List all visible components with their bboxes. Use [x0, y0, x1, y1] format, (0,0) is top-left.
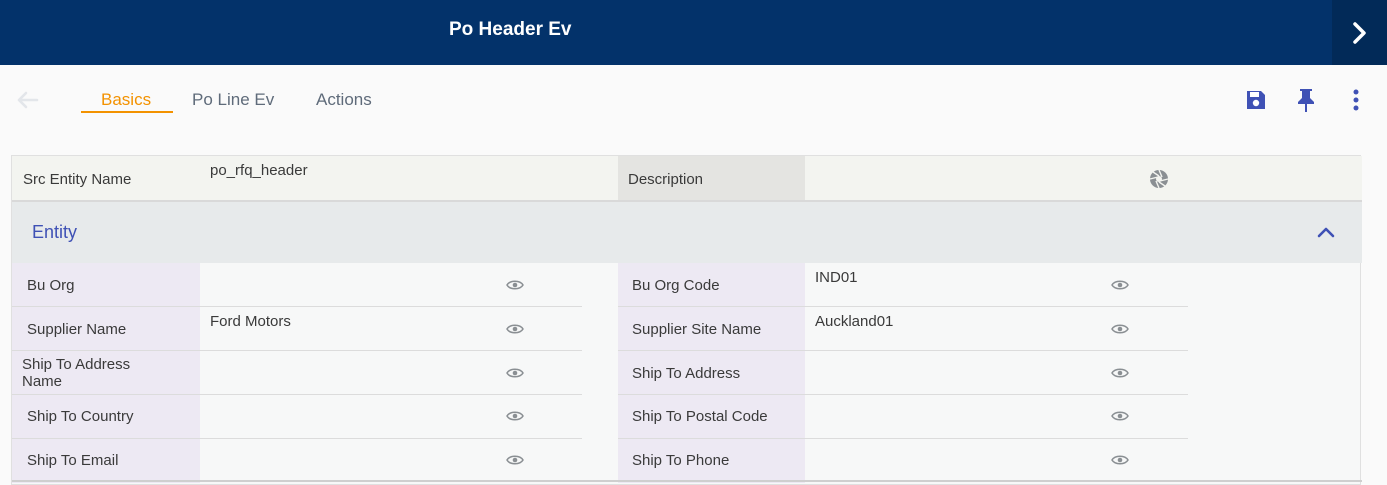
- field-label-cell: Ship To Address Name: [12, 351, 200, 395]
- supplier-site-name-field[interactable]: Auckland01: [805, 307, 1188, 351]
- field-row: Ship To Address Name Ship To Address: [12, 351, 1362, 395]
- ship-to-email-field[interactable]: [200, 439, 582, 483]
- ship-to-country-field[interactable]: [200, 395, 582, 439]
- toolbar: Basics Po Line Ev Actions: [0, 65, 1387, 135]
- eye-icon[interactable]: [506, 410, 524, 422]
- tab-po-line-ev[interactable]: Po Line Ev: [192, 90, 274, 114]
- ship-to-address-field[interactable]: [805, 351, 1188, 395]
- eye-icon[interactable]: [506, 454, 524, 466]
- pin-button[interactable]: [1293, 87, 1319, 113]
- bu-org-label: Bu Org: [27, 277, 75, 294]
- ship-to-country-label: Ship To Country: [27, 408, 134, 425]
- collapse-button[interactable]: [1315, 224, 1337, 240]
- bu-org-code-field[interactable]: IND01: [805, 263, 1188, 307]
- entity-section-header[interactable]: Entity: [12, 202, 1362, 263]
- field-row: Ship To Country Ship To Postal Code: [12, 395, 1362, 439]
- entity-section-title: Entity: [32, 222, 78, 242]
- eye-icon[interactable]: [506, 367, 524, 379]
- chevron-right-icon: [1352, 21, 1366, 44]
- app-header: Po Header Ev: [0, 0, 1387, 65]
- eye-icon[interactable]: [1111, 279, 1129, 291]
- field-label-cell: Supplier Name: [12, 307, 200, 351]
- back-button[interactable]: [14, 89, 40, 111]
- field-row: Ship To Email Ship To Phone: [12, 439, 1362, 483]
- ship-to-phone-field[interactable]: [805, 439, 1188, 483]
- ship-to-postal-code-label: Ship To Postal Code: [632, 408, 768, 425]
- form-card: Src Entity Name po_rfq_header Descriptio…: [11, 155, 1362, 485]
- field-label-cell: Ship To Postal Code: [618, 395, 805, 439]
- supplier-name-label: Supplier Name: [27, 321, 127, 338]
- ship-to-address-name-field[interactable]: [200, 351, 582, 395]
- field-label-cell: Ship To Email: [12, 439, 200, 483]
- bu-org-field[interactable]: [200, 263, 582, 307]
- field-label-cell: Bu Org Code: [618, 263, 805, 307]
- eye-icon[interactable]: [506, 279, 524, 291]
- chevron-up-icon: [1317, 227, 1335, 238]
- description-label: Description: [628, 171, 704, 188]
- eye-icon[interactable]: [1111, 454, 1129, 466]
- supplier-name-value: Ford Motors: [210, 313, 291, 330]
- supplier-name-field[interactable]: Ford Motors: [200, 307, 582, 351]
- src-entity-name-field[interactable]: po_rfq_header: [200, 156, 582, 200]
- more-vertical-icon: [1353, 89, 1359, 111]
- eye-icon[interactable]: [506, 323, 524, 335]
- ship-to-address-label: Ship To Address: [632, 365, 741, 382]
- field-row: Bu Org Bu Org Code IND01: [12, 263, 1362, 307]
- arrow-left-icon: [17, 91, 39, 109]
- save-button[interactable]: [1243, 87, 1269, 113]
- field-label-cell: Supplier Site Name: [618, 307, 805, 351]
- field-label-cell: Ship To Address: [618, 351, 805, 395]
- ship-to-email-label: Ship To Email: [27, 452, 119, 469]
- bu-org-code-label: Bu Org Code: [632, 277, 720, 294]
- field-row: Supplier Name Ford Motors Supplier Site …: [12, 307, 1362, 351]
- ship-to-phone-label: Ship To Phone: [632, 452, 730, 469]
- description-label-cell: Description: [618, 156, 805, 200]
- tab-active-indicator: [81, 111, 173, 113]
- eye-icon[interactable]: [1111, 410, 1129, 422]
- tab-actions[interactable]: Actions: [316, 90, 372, 114]
- page-title: Po Header Ev: [449, 19, 572, 40]
- top-fields-row: Src Entity Name po_rfq_header Descriptio…: [12, 156, 1362, 202]
- field-label-cell: Ship To Country: [12, 395, 200, 439]
- bu-org-code-value: IND01: [815, 269, 858, 286]
- src-entity-name-label: Src Entity Name: [23, 171, 132, 188]
- more-options-button[interactable]: [1343, 87, 1369, 113]
- supplier-site-name-value: Auckland01: [815, 313, 894, 330]
- eye-icon[interactable]: [1111, 323, 1129, 335]
- aperture-icon[interactable]: [1148, 168, 1170, 190]
- save-icon: [1247, 91, 1265, 109]
- ship-to-postal-code-field[interactable]: [805, 395, 1188, 439]
- description-field[interactable]: [805, 156, 1188, 200]
- eye-icon[interactable]: [1111, 367, 1129, 379]
- next-button[interactable]: [1332, 0, 1387, 65]
- pin-icon: [1298, 89, 1314, 112]
- src-entity-name-value: po_rfq_header: [210, 162, 308, 179]
- field-label-cell: Bu Org: [12, 263, 200, 307]
- section-bottom-divider: [12, 480, 1362, 482]
- field-label-cell: Ship To Phone: [618, 439, 805, 483]
- supplier-site-name-label: Supplier Site Name: [632, 321, 762, 338]
- ship-to-address-name-label: Ship To Address Name: [22, 356, 131, 390]
